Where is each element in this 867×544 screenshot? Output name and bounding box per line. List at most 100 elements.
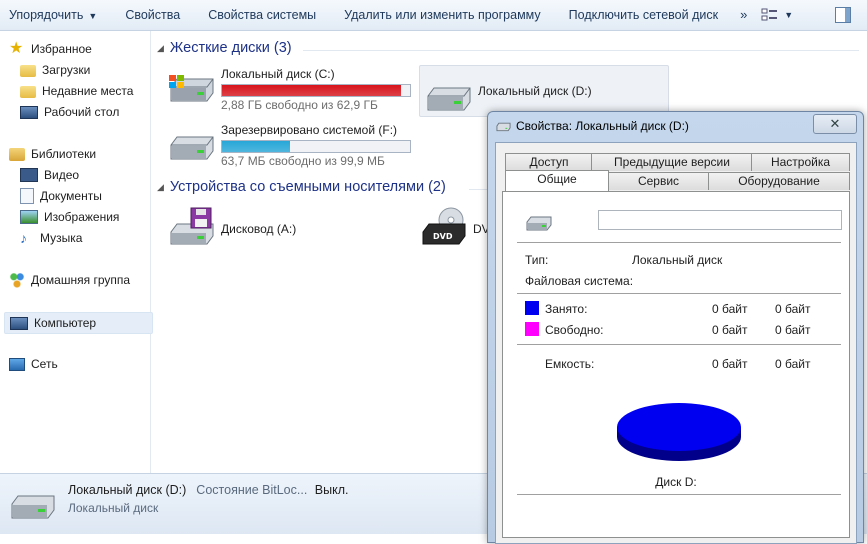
nav-item-computer[interactable]: Компьютер: [4, 312, 153, 334]
free-space-swatch: [525, 322, 539, 336]
nav-label: Музыка: [40, 231, 83, 245]
nav-item-network[interactable]: Сеть: [9, 354, 58, 374]
collapse-arrow-icon: ◢: [157, 42, 164, 53]
music-icon: ♪: [20, 230, 27, 246]
drive-free-space: 63,7 МБ свободно из 99,9 МБ: [221, 154, 385, 168]
nav-item-documents[interactable]: Документы: [20, 186, 102, 206]
drive-free-space: 2,88 ГБ свободно из 62,9 ГБ: [221, 98, 378, 112]
homegroup-icon: [9, 272, 25, 288]
nav-label: Документы: [40, 189, 102, 203]
group-title: Жесткие диски (3): [169, 40, 292, 56]
more-commands-button[interactable]: »: [732, 0, 755, 30]
nav-label: Домашняя группа: [31, 273, 131, 287]
nav-label: Загрузки: [42, 63, 91, 77]
details-name: Локальный диск (D:): [68, 483, 187, 497]
nav-label: Избранное: [31, 42, 92, 56]
nav-item-downloads[interactable]: Загрузки: [20, 60, 90, 80]
group-header-removable[interactable]: ◢ Устройства со съемными носителями (2): [157, 179, 446, 195]
preview-pane-button[interactable]: [835, 7, 851, 23]
tab-sharing[interactable]: Доступ: [505, 153, 593, 171]
capacity-size: 0 байт: [775, 357, 811, 371]
tab-general[interactable]: Общие: [505, 170, 609, 191]
view-icon: [761, 8, 778, 21]
map-network-drive-button[interactable]: Подключить сетевой диск: [555, 0, 732, 30]
chevron-down-icon: ▼: [784, 10, 794, 20]
properties-button[interactable]: Свойства: [111, 0, 194, 30]
used-space-swatch: [525, 301, 539, 315]
nav-label: Видео: [44, 168, 80, 182]
group-header-hard-disks[interactable]: ◢ Жесткие диски (3): [157, 40, 292, 56]
pie-top: [617, 403, 741, 451]
free-label: Свободно:: [545, 323, 604, 337]
recent-places-icon: [20, 86, 36, 98]
dialog-body: Доступ Предыдущие версии Настройка Общие…: [495, 142, 857, 544]
group-divider: [303, 50, 859, 51]
filesystem-label: Файловая система:: [525, 274, 634, 288]
type-label: Тип:: [525, 253, 549, 267]
chevron-down-icon: ▼: [88, 11, 98, 21]
computer-icon: [10, 316, 28, 330]
hard-drive-icon: [11, 495, 55, 519]
nav-label: Недавние места: [42, 84, 134, 98]
nav-item-libraries[interactable]: Библиотеки: [9, 144, 96, 164]
bitlocker-label: Состояние BitLoc...: [196, 483, 308, 497]
drive-name: Локальный диск (C:): [221, 67, 335, 81]
nav-item-video[interactable]: Видео: [20, 165, 79, 185]
drive-dvd[interactable]: DVD DV: [419, 206, 490, 250]
drive-a[interactable]: Дисковод (A:): [167, 206, 367, 250]
document-icon: [20, 188, 34, 204]
nav-label: Библиотеки: [31, 147, 97, 161]
tab-tools[interactable]: Сервис: [607, 172, 710, 190]
used-size: 0 байт: [775, 302, 811, 316]
close-button[interactable]: ✕: [813, 114, 857, 134]
divider: [517, 344, 841, 345]
tab-quota[interactable]: Настройка: [751, 153, 850, 171]
nav-item-images[interactable]: Изображения: [20, 207, 119, 227]
properties-dialog: Свойства: Локальный диск (D:) ✕ Доступ П…: [487, 111, 864, 544]
system-properties-button[interactable]: Свойства системы: [194, 0, 330, 30]
bitlocker-value: Выкл.: [314, 483, 349, 497]
windows-drive-icon: [169, 75, 214, 102]
details-type: Локальный диск: [68, 501, 159, 515]
organize-button[interactable]: Упорядочить ▼: [0, 0, 111, 30]
network-icon: [9, 357, 25, 371]
nav-item-music[interactable]: ♪ Музыка: [20, 228, 82, 248]
drive-usage-bar: [221, 140, 411, 153]
library-icon: [9, 147, 25, 161]
collapse-arrow-icon: ◢: [157, 181, 164, 192]
capacity-label: Емкость:: [545, 357, 595, 371]
nav-item-recent[interactable]: Недавние места: [20, 81, 133, 101]
tab-hardware[interactable]: Оборудование: [708, 172, 850, 190]
divider: [517, 494, 841, 495]
drive-usage-bar: [221, 84, 411, 97]
volume-label-input[interactable]: [598, 210, 842, 230]
nav-item-desktop[interactable]: Рабочий стол: [20, 102, 119, 122]
dialog-title: Свойства: Локальный диск (D:): [516, 119, 689, 133]
drive-usage-fill: [222, 85, 402, 96]
drive-d[interactable]: Локальный диск (D:): [419, 65, 669, 117]
dvd-badge: DVD: [433, 232, 453, 241]
used-bytes: 0 байт: [712, 302, 748, 316]
capacity-bytes: 0 байт: [712, 357, 748, 371]
uninstall-program-button[interactable]: Удалить или изменить программу: [330, 0, 555, 30]
group-title: Устройства со съемными носителями (2): [169, 179, 446, 195]
change-view-button[interactable]: ▼: [755, 0, 799, 30]
used-label: Занято:: [545, 302, 588, 316]
disk-label: Диск D:: [655, 475, 697, 489]
drive-c[interactable]: Локальный диск (C:) 2,88 ГБ свободно из …: [167, 65, 417, 115]
disk-usage-pie: [617, 403, 741, 461]
free-bytes: 0 байт: [712, 323, 748, 337]
drive-usage-fill: [222, 141, 291, 152]
command-bar: Упорядочить ▼ Свойства Свойства системы У…: [0, 0, 867, 31]
dvd-drive-icon: DVD: [422, 207, 466, 245]
details-title: Локальный диск (D:) Состояние BitLoc... В…: [68, 483, 349, 497]
nav-item-favorites[interactable]: ★ Избранное: [9, 39, 92, 59]
organize-label: Упорядочить: [9, 8, 84, 22]
drive-name: Локальный диск (D:): [478, 84, 592, 98]
drive-f[interactable]: Зарезервировано системой (F:) 63,7 МБ св…: [167, 123, 417, 173]
picture-icon: [20, 210, 38, 224]
divider: [517, 293, 841, 294]
tab-previous-versions[interactable]: Предыдущие версии: [591, 153, 753, 171]
nav-item-homegroup[interactable]: Домашняя группа: [9, 270, 130, 290]
star-icon: ★: [9, 40, 24, 57]
